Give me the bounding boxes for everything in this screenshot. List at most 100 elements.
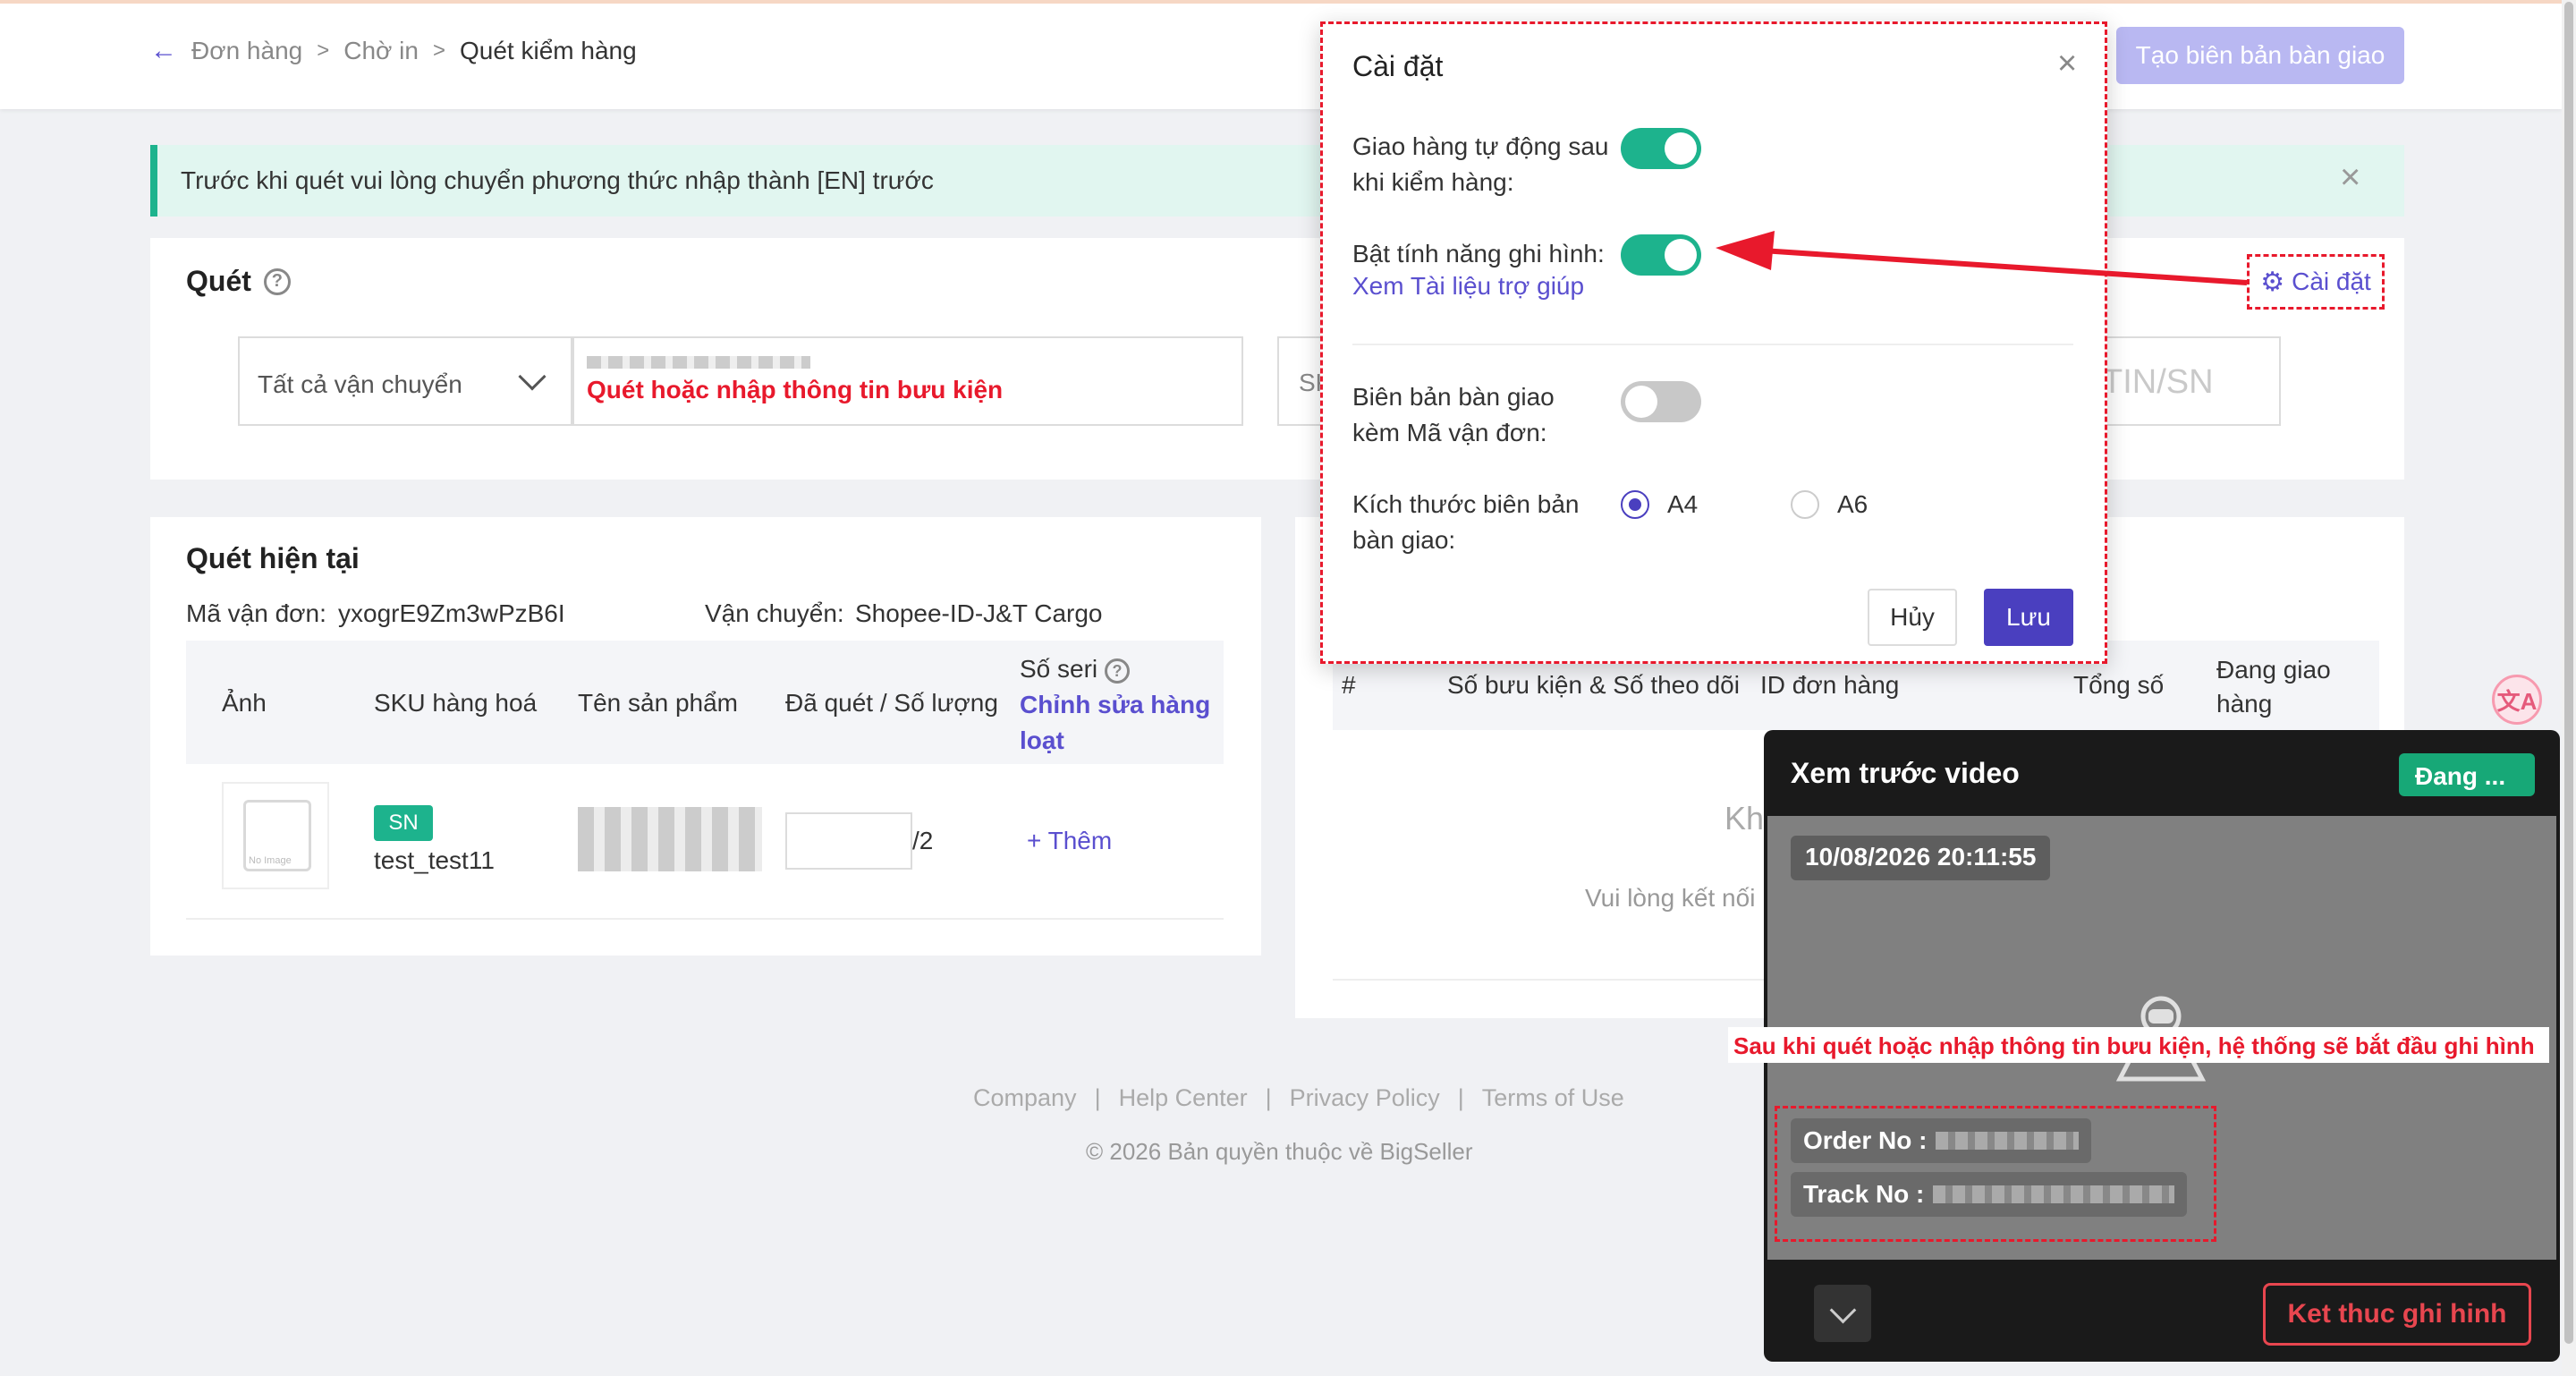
handover-label-line-2: kèm Mã vận đơn: (1352, 419, 1547, 446)
column-total: Tổng số (2073, 671, 2165, 699)
handover-size-label: Kích thước biên bản bàn giao: (1352, 487, 1579, 558)
column-sku: SKU hàng hoá (374, 689, 538, 717)
gear-icon: ⚙ (2260, 267, 2285, 297)
settings-link-text: Cài đặt (2292, 268, 2371, 295)
carrier-label: Vận chuyển: (705, 599, 844, 627)
help-icon[interactable]: ? (1104, 658, 1130, 684)
column-scanned-qty: Đã quét / Số lượng (785, 689, 998, 717)
blurred-input-text (587, 356, 810, 369)
footer-separator: | (1265, 1084, 1272, 1111)
blurred-product-name (578, 807, 762, 871)
footer-separator: | (1094, 1084, 1101, 1111)
video-timestamp: 10/08/2026 20:11:55 (1791, 836, 2051, 880)
no-image-text: No Image (249, 855, 292, 866)
radio-a6[interactable] (1791, 490, 1819, 519)
column-serial-label: Số seri (1020, 655, 1098, 683)
empty-state-title: Kh (1724, 800, 1765, 837)
handover-label-line-1: Biên bản bàn giao (1352, 383, 1555, 411)
video-preview-title: Xem trước video (1791, 757, 2020, 789)
breadcrumb-awaiting-print[interactable]: Chờ in (343, 37, 419, 65)
sku-value: test_test11 (374, 846, 495, 874)
recording-status-badge: Đang ... (2399, 753, 2535, 796)
close-icon[interactable]: × (2340, 159, 2360, 195)
column-serial: Số seri ? Chỉnh sửa hàng loạt (1020, 651, 1210, 759)
column-image: Ảnh (222, 689, 267, 717)
recording-caption: Sau khi quét hoặc nhập thông tin bưu kiệ… (1728, 1027, 2549, 1063)
order-number-overlay: Order No : (1791, 1118, 2092, 1163)
help-doc-link[interactable]: Xem Tài liệu trợ giúp (1352, 272, 1584, 301)
column-index: # (1342, 671, 1356, 699)
translate-icon[interactable]: 文A (2492, 675, 2542, 725)
footer-link-company[interactable]: Company (973, 1084, 1077, 1112)
radio-a4[interactable] (1621, 490, 1649, 519)
row-divider (186, 918, 1224, 920)
back-arrow-icon[interactable]: ← (150, 36, 177, 66)
auto-ship-label-line-2: khi kiểm hàng: (1352, 168, 1514, 196)
current-scan-title: Quét hiện tại (186, 542, 360, 574)
bulk-edit-line-1: Chỉnh sửa hàng (1020, 691, 1211, 718)
radio-a6-label: A6 (1837, 490, 1868, 518)
scrollbar-thumb[interactable] (2564, 2, 2573, 1344)
footer-link-terms[interactable]: Terms of Use (1482, 1084, 1624, 1112)
scan-title: Quét ? (186, 265, 291, 298)
scan-title-text: Quét (186, 265, 251, 297)
cancel-button[interactable]: Hủy (1868, 589, 1957, 646)
serial-badge: SN (374, 805, 433, 841)
track-number-overlay: Track No : (1791, 1172, 2188, 1217)
save-button[interactable]: Lưu (1984, 589, 2073, 646)
breadcrumb-orders[interactable]: Đơn hàng (191, 37, 302, 65)
close-icon[interactable]: × (2057, 45, 2077, 83)
order-number-label: Mã vận đơn: (186, 599, 326, 627)
recording-toggle[interactable] (1621, 234, 1701, 276)
copyright: © 2026 Bản quyền thuộc về BigSeller (1086, 1138, 1473, 1165)
order-number-value: yxogrE9Zm3wPzB6I (338, 599, 565, 627)
handover-label: Biên bản bàn giao kèm Mã vận đơn: (1352, 379, 1555, 451)
auto-ship-label-line-1: Giao hàng tự động sau (1352, 132, 1609, 160)
breadcrumb-separator-icon: > (317, 38, 330, 63)
order-number-overlay-label: Order No : (1803, 1126, 1928, 1154)
column-product-name: Tên sản phẩm (578, 689, 738, 717)
toggle-knob (1665, 132, 1697, 165)
collapse-chevron-icon[interactable] (1814, 1285, 1871, 1342)
footer-link-privacy[interactable]: Privacy Policy (1290, 1084, 1440, 1112)
footer-links: Company | Help Center | Privacy Policy |… (973, 1084, 1624, 1112)
radio-a4-label: A4 (1667, 490, 1699, 518)
column-parcel-tracking: Số bưu kiện & Số theo dõi (1447, 671, 1740, 699)
blurred-order-number (1936, 1132, 2080, 1150)
handover-size-label-line-2: bàn giao: (1352, 526, 1456, 554)
modal-title: Cài đặt (1352, 50, 1444, 82)
auto-ship-toggle[interactable] (1621, 128, 1701, 169)
bulk-edit-line-2: loạt (1020, 726, 1064, 754)
add-serial-link[interactable]: + Thêm (1027, 827, 1112, 855)
settings-link[interactable]: ⚙ Cài đặt (2247, 254, 2385, 310)
column-shipping: Đang giao hàng (2216, 653, 2331, 721)
blurred-track-number (1933, 1185, 2175, 1203)
empty-state-hint: Vui lòng kết nối (1585, 884, 1756, 912)
breadcrumb-current: Quét kiểm hàng (460, 37, 637, 64)
help-icon[interactable]: ? (263, 268, 291, 295)
footer-separator: | (1457, 1084, 1464, 1111)
handover-size-label-line-1: Kích thước biên bản (1352, 490, 1580, 518)
carrier-select-value: Tất cả vận chuyển (258, 370, 462, 398)
recording-label: Bật tính năng ghi hình: (1352, 240, 1605, 268)
end-recording-button[interactable]: Ket thuc ghi hinh (2263, 1283, 2531, 1346)
notice-text: Trước khi quét vui lòng chuyển phương th… (181, 166, 934, 194)
toggle-knob (1625, 386, 1657, 418)
handover-toggle[interactable] (1621, 381, 1701, 422)
breadcrumb-separator-icon: > (432, 38, 445, 63)
carrier-value: Shopee-ID-J&T Cargo (855, 599, 1103, 627)
quantity-total: /2 (912, 827, 934, 854)
toggle-knob (1665, 239, 1697, 271)
bulk-edit-link[interactable]: Chỉnh sửa hàng loạt (1020, 691, 1210, 754)
column-shipping-line-1: Đang giao (2216, 656, 2331, 684)
footer-link-help-center[interactable]: Help Center (1119, 1084, 1248, 1112)
modal-divider (1352, 344, 2073, 345)
scanned-quantity-input[interactable] (785, 812, 912, 870)
column-order-id: ID đơn hàng (1760, 671, 1900, 699)
imei-scan-placeholder: TIN/SN (2102, 363, 2214, 401)
auto-ship-label: Giao hàng tự động sau khi kiểm hàng: (1352, 129, 1609, 200)
create-handover-button[interactable]: Tạo biên bản bàn giao (2116, 27, 2404, 84)
scan-input-hint: Quét hoặc nhập thông tin bưu kiện (587, 376, 1004, 403)
track-number-overlay-label: Track No : (1803, 1180, 1925, 1208)
annotation-arrow-icon (1716, 231, 2248, 285)
